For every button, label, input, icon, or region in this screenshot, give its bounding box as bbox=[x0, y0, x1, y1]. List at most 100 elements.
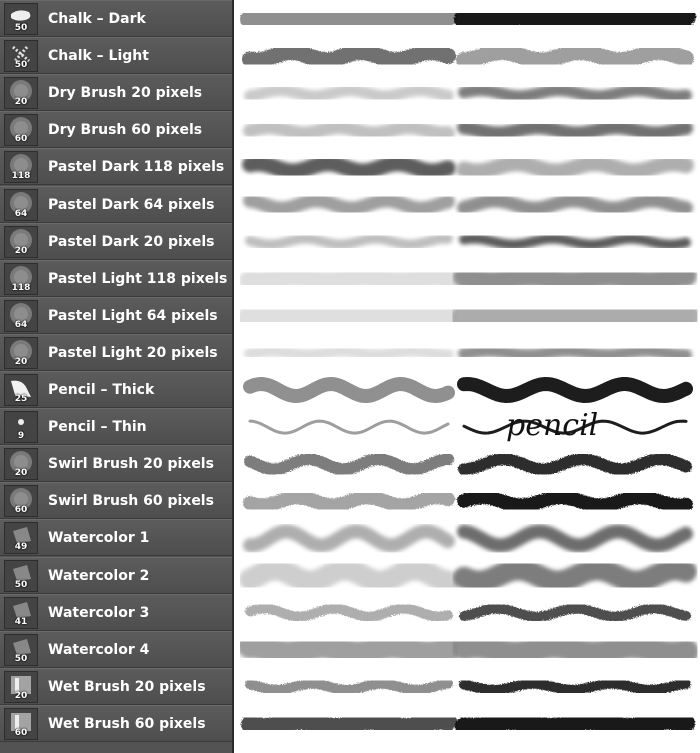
brush-size-label: 118 bbox=[11, 282, 31, 293]
brush-stroke-sample bbox=[243, 490, 455, 513]
swirl-brush-icon: 20 bbox=[4, 448, 38, 481]
brush-stroke-sample bbox=[456, 44, 694, 69]
brush-stroke-sample bbox=[244, 344, 454, 361]
brush-stroke-sample bbox=[457, 120, 693, 141]
brush-name-label: Pastel Dark 20 pixels bbox=[48, 233, 215, 250]
brush-preset-row[interactable]: 20 Dry Brush 20 pixels bbox=[0, 74, 232, 112]
brush-name-label: Wet Brush 20 pixels bbox=[48, 678, 206, 695]
brush-preset-row[interactable]: 49 Watercolor 1 bbox=[0, 519, 232, 557]
brush-size-label: 20 bbox=[14, 690, 28, 701]
brush-name-label: Pencil – Thin bbox=[48, 419, 147, 436]
brush-stroke-sample bbox=[459, 678, 691, 695]
chalk-dark-icon: 50 bbox=[4, 3, 38, 35]
brush-stroke-sample bbox=[240, 6, 458, 32]
brush-stroke-sample bbox=[459, 603, 691, 622]
brush-preset-row[interactable]: 50 Watercolor 4 bbox=[0, 630, 232, 668]
brush-preset-row[interactable]: 20 Swirl Brush 20 pixels bbox=[0, 445, 232, 483]
brush-preset-row[interactable]: 60 Dry Brush 60 pixels bbox=[0, 111, 232, 149]
watercolor-icon: 49 bbox=[4, 522, 38, 555]
brush-stroke-sample bbox=[242, 155, 456, 180]
brush-stroke-sample bbox=[248, 419, 450, 435]
brush-stroke-sample bbox=[456, 155, 694, 180]
brush-size-label: 60 bbox=[14, 727, 28, 738]
brush-stroke-sample bbox=[454, 6, 696, 32]
brush-name-label: Pastel Light 64 pixels bbox=[48, 307, 218, 324]
pastel-icon: 118 bbox=[4, 262, 38, 295]
brush-stroke-sample bbox=[245, 678, 453, 695]
brush-stroke-sample bbox=[457, 377, 693, 403]
pastel-icon: 20 bbox=[4, 225, 38, 258]
brush-preset-row[interactable]: 41 Watercolor 3 bbox=[0, 593, 232, 631]
brush-preset-row[interactable]: 50 Chalk – Dark bbox=[0, 0, 232, 37]
brush-preset-row[interactable]: 118 Pastel Dark 118 pixels bbox=[0, 148, 232, 186]
brush-stroke-sample bbox=[453, 558, 697, 593]
brush-preset-row[interactable]: 20 Wet Brush 20 pixels bbox=[0, 667, 232, 705]
watercolor-icon: 41 bbox=[4, 596, 38, 629]
brush-stroke-sample bbox=[458, 344, 692, 361]
brush-stroke-sample bbox=[243, 377, 455, 403]
brush-name-label: Dry Brush 20 pixels bbox=[48, 85, 203, 102]
brush-size-label: 20 bbox=[14, 245, 28, 256]
brush-name-label: Chalk – Dark bbox=[48, 11, 146, 27]
brush-name-label: Pastel Light 20 pixels bbox=[48, 344, 218, 361]
pastel-icon: 20 bbox=[4, 336, 38, 369]
wet-brush-icon: 20 bbox=[4, 670, 38, 703]
brush-stroke-sample bbox=[236, 298, 462, 333]
pastel-icon: 118 bbox=[4, 151, 38, 184]
brush-size-label: 20 bbox=[14, 97, 28, 108]
brush-preset-row[interactable]: 64 Pastel Light 64 pixels bbox=[0, 296, 232, 334]
brush-presets-panel: 50 Chalk – Dark 50 Chalk – Light 20 Dry Brush… bbox=[0, 0, 234, 753]
brush-size-label: 20 bbox=[14, 468, 28, 479]
brush-stroke-sample bbox=[244, 453, 454, 476]
brush-name-label: Watercolor 4 bbox=[48, 641, 150, 658]
brush-preset-row[interactable]: 9 Pencil – Thin bbox=[0, 408, 232, 446]
brush-preset-row[interactable]: 60 Wet Brush 60 pixels bbox=[0, 704, 232, 742]
pastel-icon: 64 bbox=[4, 188, 38, 221]
watercolor-icon: 50 bbox=[4, 633, 38, 666]
brush-stroke-sample bbox=[242, 44, 456, 69]
brush-preset-row[interactable]: 50 Chalk – Light bbox=[0, 37, 232, 75]
brush-size-label: 50 bbox=[14, 23, 28, 33]
chalk-light-icon: 50 bbox=[4, 40, 38, 73]
brush-stroke-sample bbox=[457, 524, 693, 553]
brush-stroke-sample bbox=[244, 84, 454, 103]
brush-size-label: 20 bbox=[14, 356, 28, 367]
brush-stroke-sample bbox=[451, 632, 699, 667]
brush-stroke-sample bbox=[241, 711, 457, 736]
brush-preset-row[interactable]: 25 Pencil – Thick bbox=[0, 371, 232, 408]
brush-size-label: 118 bbox=[11, 171, 31, 182]
brush-size-label: 50 bbox=[14, 60, 28, 71]
brush-preset-row[interactable]: 20 Pastel Dark 20 pixels bbox=[0, 222, 232, 260]
brush-stroke-sample bbox=[450, 298, 700, 333]
brush-preset-row[interactable]: 60 Swirl Brush 60 pixels bbox=[0, 482, 232, 520]
brush-name-label: Pastel Dark 118 pixels bbox=[48, 159, 225, 176]
brush-name-label: Chalk – Light bbox=[48, 48, 149, 65]
brush-stroke-sample bbox=[245, 603, 453, 622]
brush-name-label: Wet Brush 60 pixels bbox=[48, 715, 206, 732]
brush-name-label: Dry Brush 60 pixels bbox=[48, 122, 203, 139]
brush-name-label: Pastel Light 118 pixels bbox=[48, 270, 228, 287]
brush-preset-row[interactable]: 64 Pastel Dark 64 pixels bbox=[0, 185, 232, 223]
brush-stroke-sample bbox=[239, 264, 459, 293]
brush-stroke-sample bbox=[455, 711, 695, 736]
brush-size-label: 60 bbox=[14, 505, 28, 516]
handwriting-sample: pencil bbox=[506, 408, 598, 443]
brush-size-label: 60 bbox=[14, 134, 28, 145]
brush-stroke-sample bbox=[459, 233, 691, 250]
wet-brush-icon: 60 bbox=[4, 707, 38, 740]
brush-preset-row[interactable]: 118 Pastel Light 118 pixels bbox=[0, 259, 232, 297]
brush-name-label: Pencil – Thick bbox=[48, 382, 155, 398]
brush-stroke-sample bbox=[237, 632, 461, 667]
brush-stroke-sample bbox=[239, 558, 459, 593]
brush-preset-row[interactable]: 50 Watercolor 2 bbox=[0, 556, 232, 594]
brush-name-label: Watercolor 1 bbox=[48, 530, 150, 547]
brush-preset-row[interactable]: 20 Pastel Light 20 pixels bbox=[0, 333, 232, 371]
pastel-icon: 64 bbox=[4, 299, 38, 332]
brush-stroke-sample bbox=[243, 120, 455, 141]
watercolor-icon: 50 bbox=[4, 559, 38, 592]
brush-stroke-sample bbox=[245, 233, 453, 250]
brush-name-label: Watercolor 2 bbox=[48, 567, 150, 584]
brush-size-label: 49 bbox=[14, 542, 28, 553]
brush-size-label: 64 bbox=[14, 208, 28, 219]
pencil-thin-icon: 9 bbox=[4, 411, 38, 444]
